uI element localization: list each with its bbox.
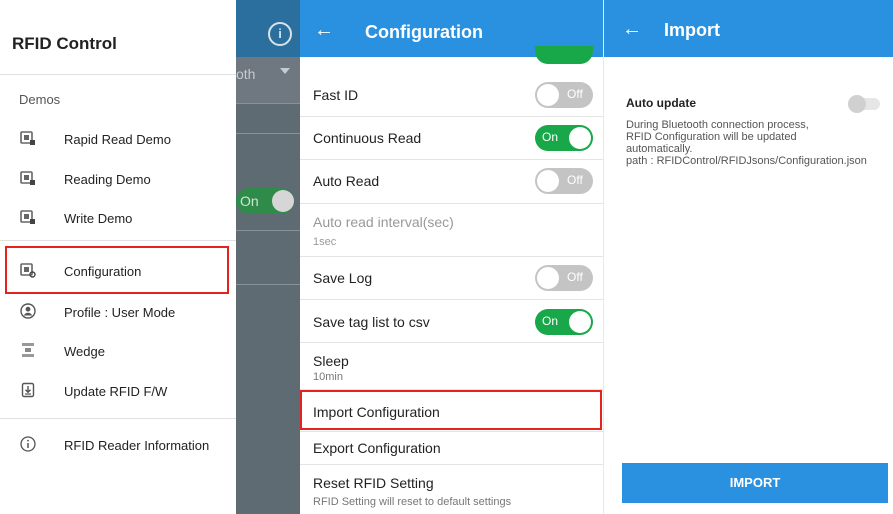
- setting-row-reset-rfid[interactable]: Reset RFID Setting RFID Setting will res…: [300, 466, 603, 514]
- back-arrow-icon[interactable]: ←: [314, 20, 334, 40]
- toggle-text: Off: [567, 173, 583, 187]
- drawer-item-label: Profile : User Mode: [64, 305, 176, 320]
- row-divider: [300, 464, 603, 465]
- info-icon: [20, 436, 36, 452]
- continuous-read-toggle[interactable]: On: [535, 125, 593, 151]
- drawer-item-write-demo[interactable]: Write Demo: [0, 201, 236, 235]
- info-icon: i: [268, 22, 292, 46]
- setting-row-sleep[interactable]: Sleep 10min: [300, 344, 603, 388]
- toggle-text: On: [542, 130, 559, 144]
- back-arrow-icon[interactable]: ←: [622, 18, 642, 41]
- navigation-drawer: RFID Control Demos Rapid Read Demo Readi…: [0, 0, 236, 514]
- toggle-knob: [537, 84, 559, 106]
- setting-label: Export Configuration: [313, 440, 441, 456]
- setting-label: Auto Read: [313, 173, 380, 189]
- setting-label: Save tag list to csv: [313, 314, 430, 330]
- caret-down-icon: [280, 68, 290, 74]
- rfid-reader-icon: [20, 171, 35, 185]
- configuration-panel: ← Configuration Fast ID Off Continuous R…: [300, 0, 603, 514]
- setting-row-continuous-read[interactable]: Continuous Read On: [300, 118, 603, 158]
- setting-description: RFID Setting will reset to default setti…: [313, 496, 512, 508]
- auto-read-toggle[interactable]: Off: [535, 168, 593, 194]
- row-divider: [300, 203, 603, 204]
- drawer-title: RFID Control: [12, 34, 117, 53]
- drawer-item-label: Update RFID F/W: [64, 384, 168, 399]
- setting-label: Sleep: [313, 353, 349, 369]
- drawer-item-wedge[interactable]: Wedge: [0, 334, 236, 368]
- app-bar: ← Configuration: [300, 0, 603, 64]
- fast-id-toggle[interactable]: Off: [535, 82, 593, 108]
- drawer-panel: i oth On RFID Control Demos Rapid Read D…: [0, 0, 300, 514]
- setting-label: Auto read interval(sec): [313, 214, 454, 230]
- drawer-item-reading-demo[interactable]: Reading Demo: [0, 162, 236, 196]
- partial-toggle[interactable]: [535, 46, 593, 64]
- drawer-item-rapid-read-demo[interactable]: Rapid Read Demo: [0, 122, 236, 156]
- wedge-icon: [22, 343, 34, 357]
- drawer-item-reader-information[interactable]: RFID Reader Information: [0, 428, 236, 462]
- setting-row-save-log[interactable]: Save Log Off: [300, 258, 603, 298]
- drawer-item-label: Write Demo: [64, 211, 133, 226]
- rfid-reader-icon: [20, 131, 35, 145]
- drawer-item-label: Rapid Read Demo: [64, 132, 171, 147]
- drawer-divider: [0, 240, 236, 241]
- drawer-item-profile[interactable]: Profile : User Mode: [0, 295, 236, 329]
- toggle-text: Off: [567, 270, 583, 284]
- background-toggle-label: On: [240, 193, 259, 209]
- setting-row-save-tag-list[interactable]: Save tag list to csv On: [300, 301, 603, 341]
- auto-update-description: During Bluetooth connection process, RFI…: [626, 119, 867, 167]
- drawer-item-label: Reading Demo: [64, 172, 151, 187]
- row-divider: [300, 159, 603, 160]
- toggle-knob: [569, 311, 591, 333]
- background-dropdown-text: oth: [236, 66, 256, 82]
- row-divider: [300, 116, 603, 117]
- drawer-item-label: Wedge: [64, 344, 105, 359]
- background-toggle-knob: [272, 190, 294, 212]
- app-bar: ← Import: [604, 0, 893, 57]
- toggle-knob: [569, 127, 591, 149]
- row-divider: [300, 431, 603, 432]
- import-button[interactable]: IMPORT: [622, 463, 888, 503]
- page-title: Import: [664, 20, 720, 40]
- setting-label: Reset RFID Setting: [313, 475, 434, 491]
- toggle-knob: [537, 170, 559, 192]
- toggle-text: On: [542, 314, 559, 328]
- setting-value: 10min: [313, 371, 343, 383]
- profile-icon: [20, 303, 36, 319]
- setting-label: Continuous Read: [313, 130, 422, 146]
- drawer-divider: [0, 74, 236, 75]
- setting-row-export-configuration[interactable]: Export Configuration: [300, 433, 603, 463]
- save-log-toggle[interactable]: Off: [535, 265, 593, 291]
- highlight-box: [5, 246, 229, 294]
- toggle-knob: [537, 267, 559, 289]
- update-icon: [21, 382, 35, 398]
- background-divider: [236, 230, 300, 231]
- drawer-item-label: RFID Reader Information: [64, 438, 210, 453]
- highlight-box: [300, 390, 602, 430]
- background-divider: [236, 284, 300, 285]
- auto-update-label: Auto update: [626, 96, 696, 110]
- setting-row-auto-read[interactable]: Auto Read Off: [300, 161, 603, 201]
- setting-label: Save Log: [313, 270, 373, 286]
- save-tag-list-toggle[interactable]: On: [535, 309, 593, 335]
- auto-update-toggle-knob[interactable]: [848, 95, 866, 113]
- rfid-reader-icon: [20, 210, 35, 224]
- row-divider: [300, 299, 603, 300]
- setting-row-auto-read-interval[interactable]: Auto read interval(sec) 1sec: [300, 205, 603, 255]
- setting-label: Fast ID: [313, 87, 359, 103]
- background-divider: [236, 103, 300, 104]
- setting-row-fast-id[interactable]: Fast ID Off: [300, 75, 603, 115]
- setting-value: 1sec: [313, 236, 337, 248]
- drawer-section-label: Demos: [19, 92, 61, 107]
- toggle-text: Off: [567, 87, 583, 101]
- drawer-item-update-firmware[interactable]: Update RFID F/W: [0, 374, 236, 408]
- background-divider: [236, 133, 300, 134]
- page-title: Configuration: [365, 22, 483, 42]
- import-panel: ← Import Auto update During Bluetooth co…: [603, 0, 893, 514]
- row-divider: [300, 256, 603, 257]
- row-divider: [300, 342, 603, 343]
- drawer-divider: [0, 418, 236, 419]
